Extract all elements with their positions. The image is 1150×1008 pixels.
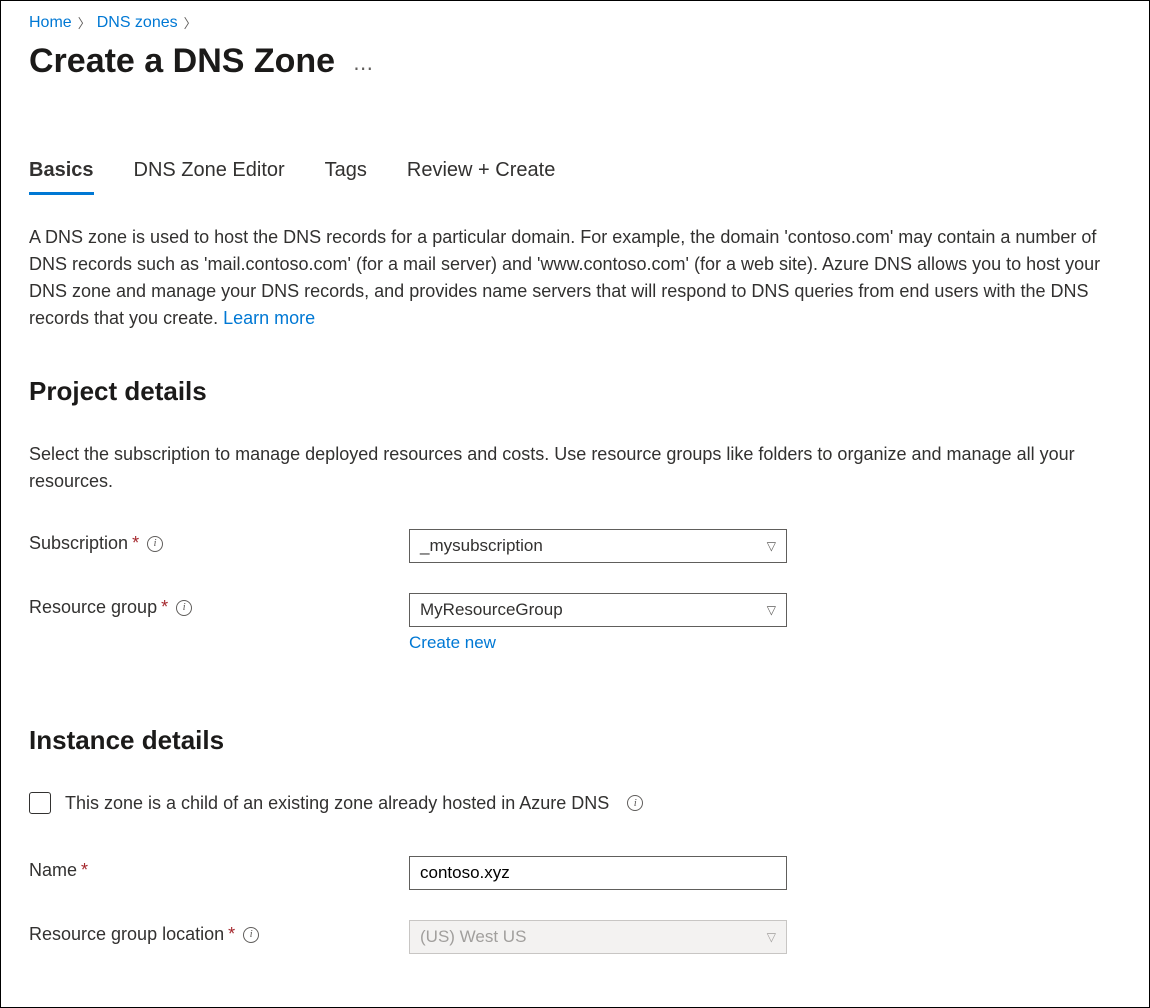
subscription-dropdown[interactable]: _mysubscription ▽ [409, 529, 787, 563]
required-indicator: * [228, 924, 235, 945]
required-indicator: * [81, 860, 88, 881]
breadcrumb: Home 〉 DNS zones 〉 [29, 13, 1121, 32]
child-zone-checkbox[interactable] [29, 792, 51, 814]
required-indicator: * [132, 533, 139, 554]
breadcrumb-dns-zones[interactable]: DNS zones [97, 14, 178, 32]
tab-dns-zone-editor[interactable]: DNS Zone Editor [134, 159, 285, 195]
required-indicator: * [161, 597, 168, 618]
info-icon[interactable]: i [176, 600, 192, 616]
resource-group-label: Resource group * i [29, 593, 409, 618]
name-input[interactable] [409, 856, 787, 890]
tab-basics[interactable]: Basics [29, 159, 94, 195]
chevron-down-icon: ▽ [767, 930, 776, 944]
project-details-description: Select the subscription to manage deploy… [29, 441, 1119, 495]
info-icon[interactable]: i [627, 795, 643, 811]
info-icon[interactable]: i [243, 927, 259, 943]
create-new-link[interactable]: Create new [409, 633, 787, 653]
chevron-right-icon: 〉 [184, 13, 197, 32]
resource-group-value: MyResourceGroup [420, 600, 563, 620]
resource-group-dropdown[interactable]: MyResourceGroup ▽ [409, 593, 787, 627]
subscription-label: Subscription * i [29, 529, 409, 554]
page-title: Create a DNS Zone [29, 42, 335, 81]
chevron-right-icon: 〉 [78, 13, 91, 32]
chevron-down-icon: ▽ [767, 603, 776, 617]
more-actions-icon[interactable]: ⋯ [353, 56, 375, 81]
tabs: Basics DNS Zone Editor Tags Review + Cre… [29, 159, 1121, 196]
tab-tags[interactable]: Tags [325, 159, 367, 195]
rg-location-value: (US) West US [420, 927, 526, 947]
instance-details-heading: Instance details [29, 725, 1121, 756]
child-zone-label: This zone is a child of an existing zone… [65, 793, 609, 814]
learn-more-link[interactable]: Learn more [223, 308, 315, 328]
chevron-down-icon: ▽ [767, 539, 776, 553]
tab-review-create[interactable]: Review + Create [407, 159, 555, 195]
intro-text: A DNS zone is used to host the DNS recor… [29, 224, 1119, 332]
breadcrumb-home[interactable]: Home [29, 14, 72, 32]
rg-location-label: Resource group location * i [29, 920, 409, 945]
project-details-heading: Project details [29, 376, 1121, 407]
info-icon[interactable]: i [147, 536, 163, 552]
name-label: Name * [29, 856, 409, 881]
rg-location-dropdown: (US) West US ▽ [409, 920, 787, 954]
subscription-value: _mysubscription [420, 536, 543, 556]
